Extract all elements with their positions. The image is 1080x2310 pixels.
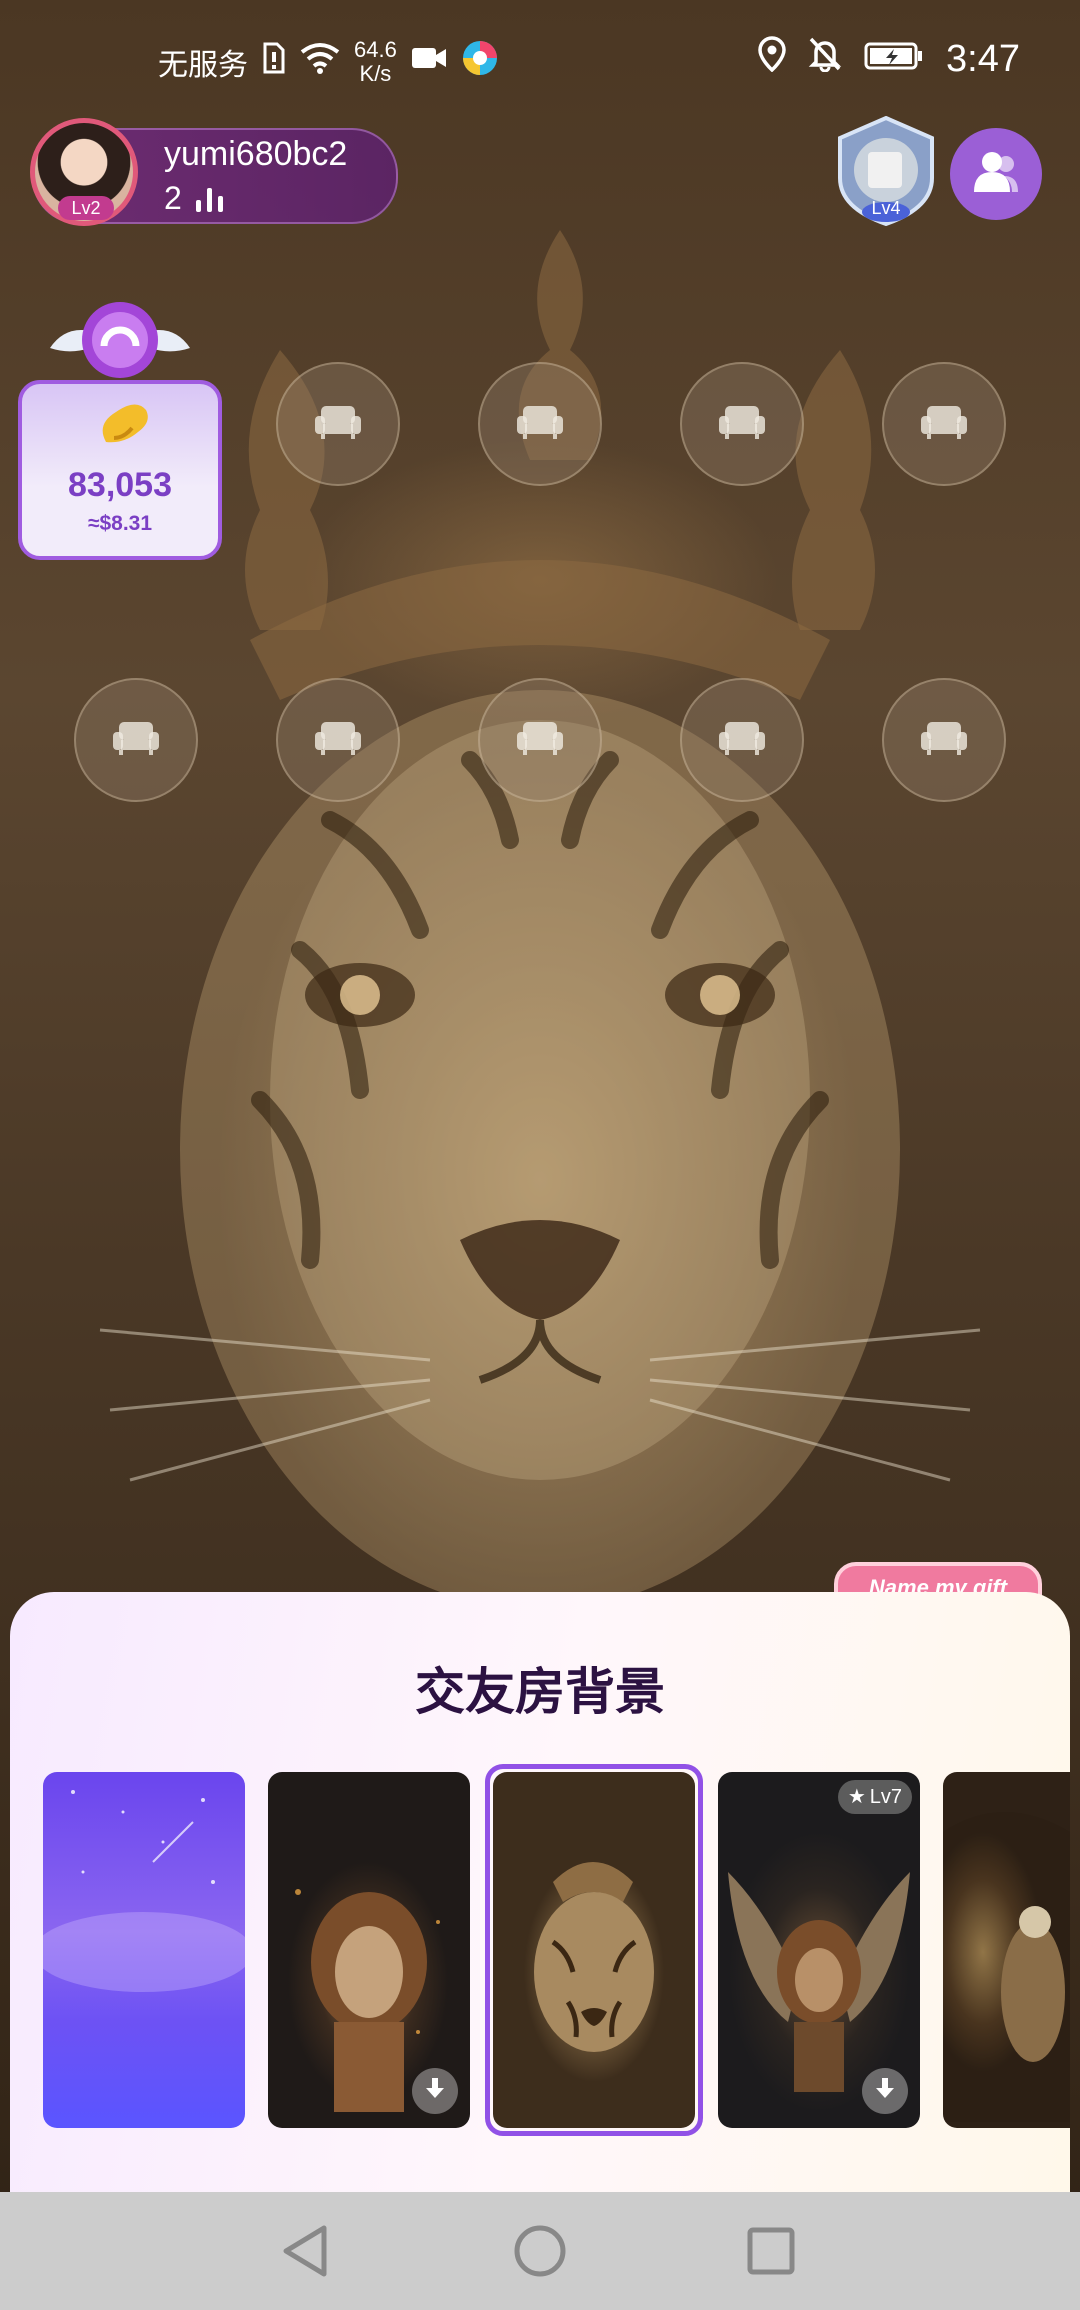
viewer-count: 2 <box>164 180 182 216</box>
download-icon <box>423 2076 447 2107</box>
seat-5[interactable] <box>74 678 198 802</box>
members-button[interactable] <box>950 128 1042 220</box>
user-group-icon <box>970 146 1022 203</box>
star-icon: ★ <box>847 1786 866 1808</box>
clock-time: 3:47 <box>946 37 1020 80</box>
sofa-icon <box>919 720 969 761</box>
background-option-lion[interactable] <box>268 1772 470 2128</box>
mute-bell-icon <box>808 36 842 82</box>
sofa-icon <box>717 404 767 445</box>
sofa-icon <box>515 404 565 445</box>
sheet-title: 交友房背景 <box>415 1664 665 1720</box>
wifi-icon <box>300 42 340 82</box>
user-level-badge: Lv2 <box>58 196 114 220</box>
background-option-winged-lion[interactable]: ★ Lv7 <box>718 1772 920 2128</box>
system-navigation-bar <box>0 2192 1080 2310</box>
seat-2[interactable] <box>478 362 602 486</box>
video-camera-icon <box>411 45 447 79</box>
room-level-trophy[interactable]: Lv4 <box>834 115 938 227</box>
app-notification-icon <box>461 39 499 85</box>
sofa-icon <box>717 720 767 761</box>
download-button[interactable] <box>862 2068 908 2114</box>
seat-9[interactable] <box>882 678 1006 802</box>
beans-usd-value: ≈$8.31 <box>87 512 153 535</box>
level-requirement-text: Lv7 <box>869 1786 902 1808</box>
username: yumi680bc2 <box>164 135 348 173</box>
seat-8[interactable] <box>680 678 804 802</box>
audio-bars-icon <box>195 186 223 212</box>
seat-6[interactable] <box>276 678 400 802</box>
beans-amount: 83,053 <box>68 466 172 504</box>
home-icon[interactable] <box>513 2224 567 2283</box>
battery-icon <box>864 38 924 81</box>
seat-7[interactable] <box>478 678 602 802</box>
seat-3[interactable] <box>680 362 804 486</box>
download-icon <box>873 2076 897 2107</box>
viewer-count-row: 2 <box>164 180 223 217</box>
background-option-purple-starry[interactable] <box>43 1772 245 2128</box>
sofa-icon <box>313 404 363 445</box>
sofa-icon <box>313 720 363 761</box>
sofa-icon <box>919 404 969 445</box>
status-bar: 无服务 64.6 K/s 3:47 <box>0 0 1080 120</box>
download-button[interactable] <box>412 2068 458 2114</box>
back-icon[interactable] <box>280 2224 330 2283</box>
bean-icon <box>94 398 154 459</box>
sofa-icon <box>111 720 161 761</box>
location-icon <box>758 36 786 82</box>
trophy-level-text: Lv4 <box>871 198 901 218</box>
seat-4[interactable] <box>882 362 1006 486</box>
background-option-tiger-crown[interactable] <box>493 1772 695 2128</box>
speed-unit: K/s <box>359 61 392 86</box>
background-picker-sheet: 交友房背景 ★ Lv7 <box>10 1592 1070 2192</box>
level-requirement-tag: ★ Lv7 <box>837 1780 912 1814</box>
speed-value: 64.6 <box>354 37 397 62</box>
background-option-eagle-hall[interactable] <box>943 1772 1070 2128</box>
carrier-text: 无服务 <box>158 49 248 82</box>
sofa-icon <box>515 720 565 761</box>
beans-balance-card[interactable]: 83,053 ≈$8.31 <box>18 380 222 560</box>
recents-icon[interactable] <box>746 2226 796 2281</box>
seat-1[interactable] <box>276 362 400 486</box>
wings-decoration <box>40 298 200 388</box>
sim-icon <box>262 42 286 82</box>
network-speed: 64.6 K/s <box>354 38 397 86</box>
